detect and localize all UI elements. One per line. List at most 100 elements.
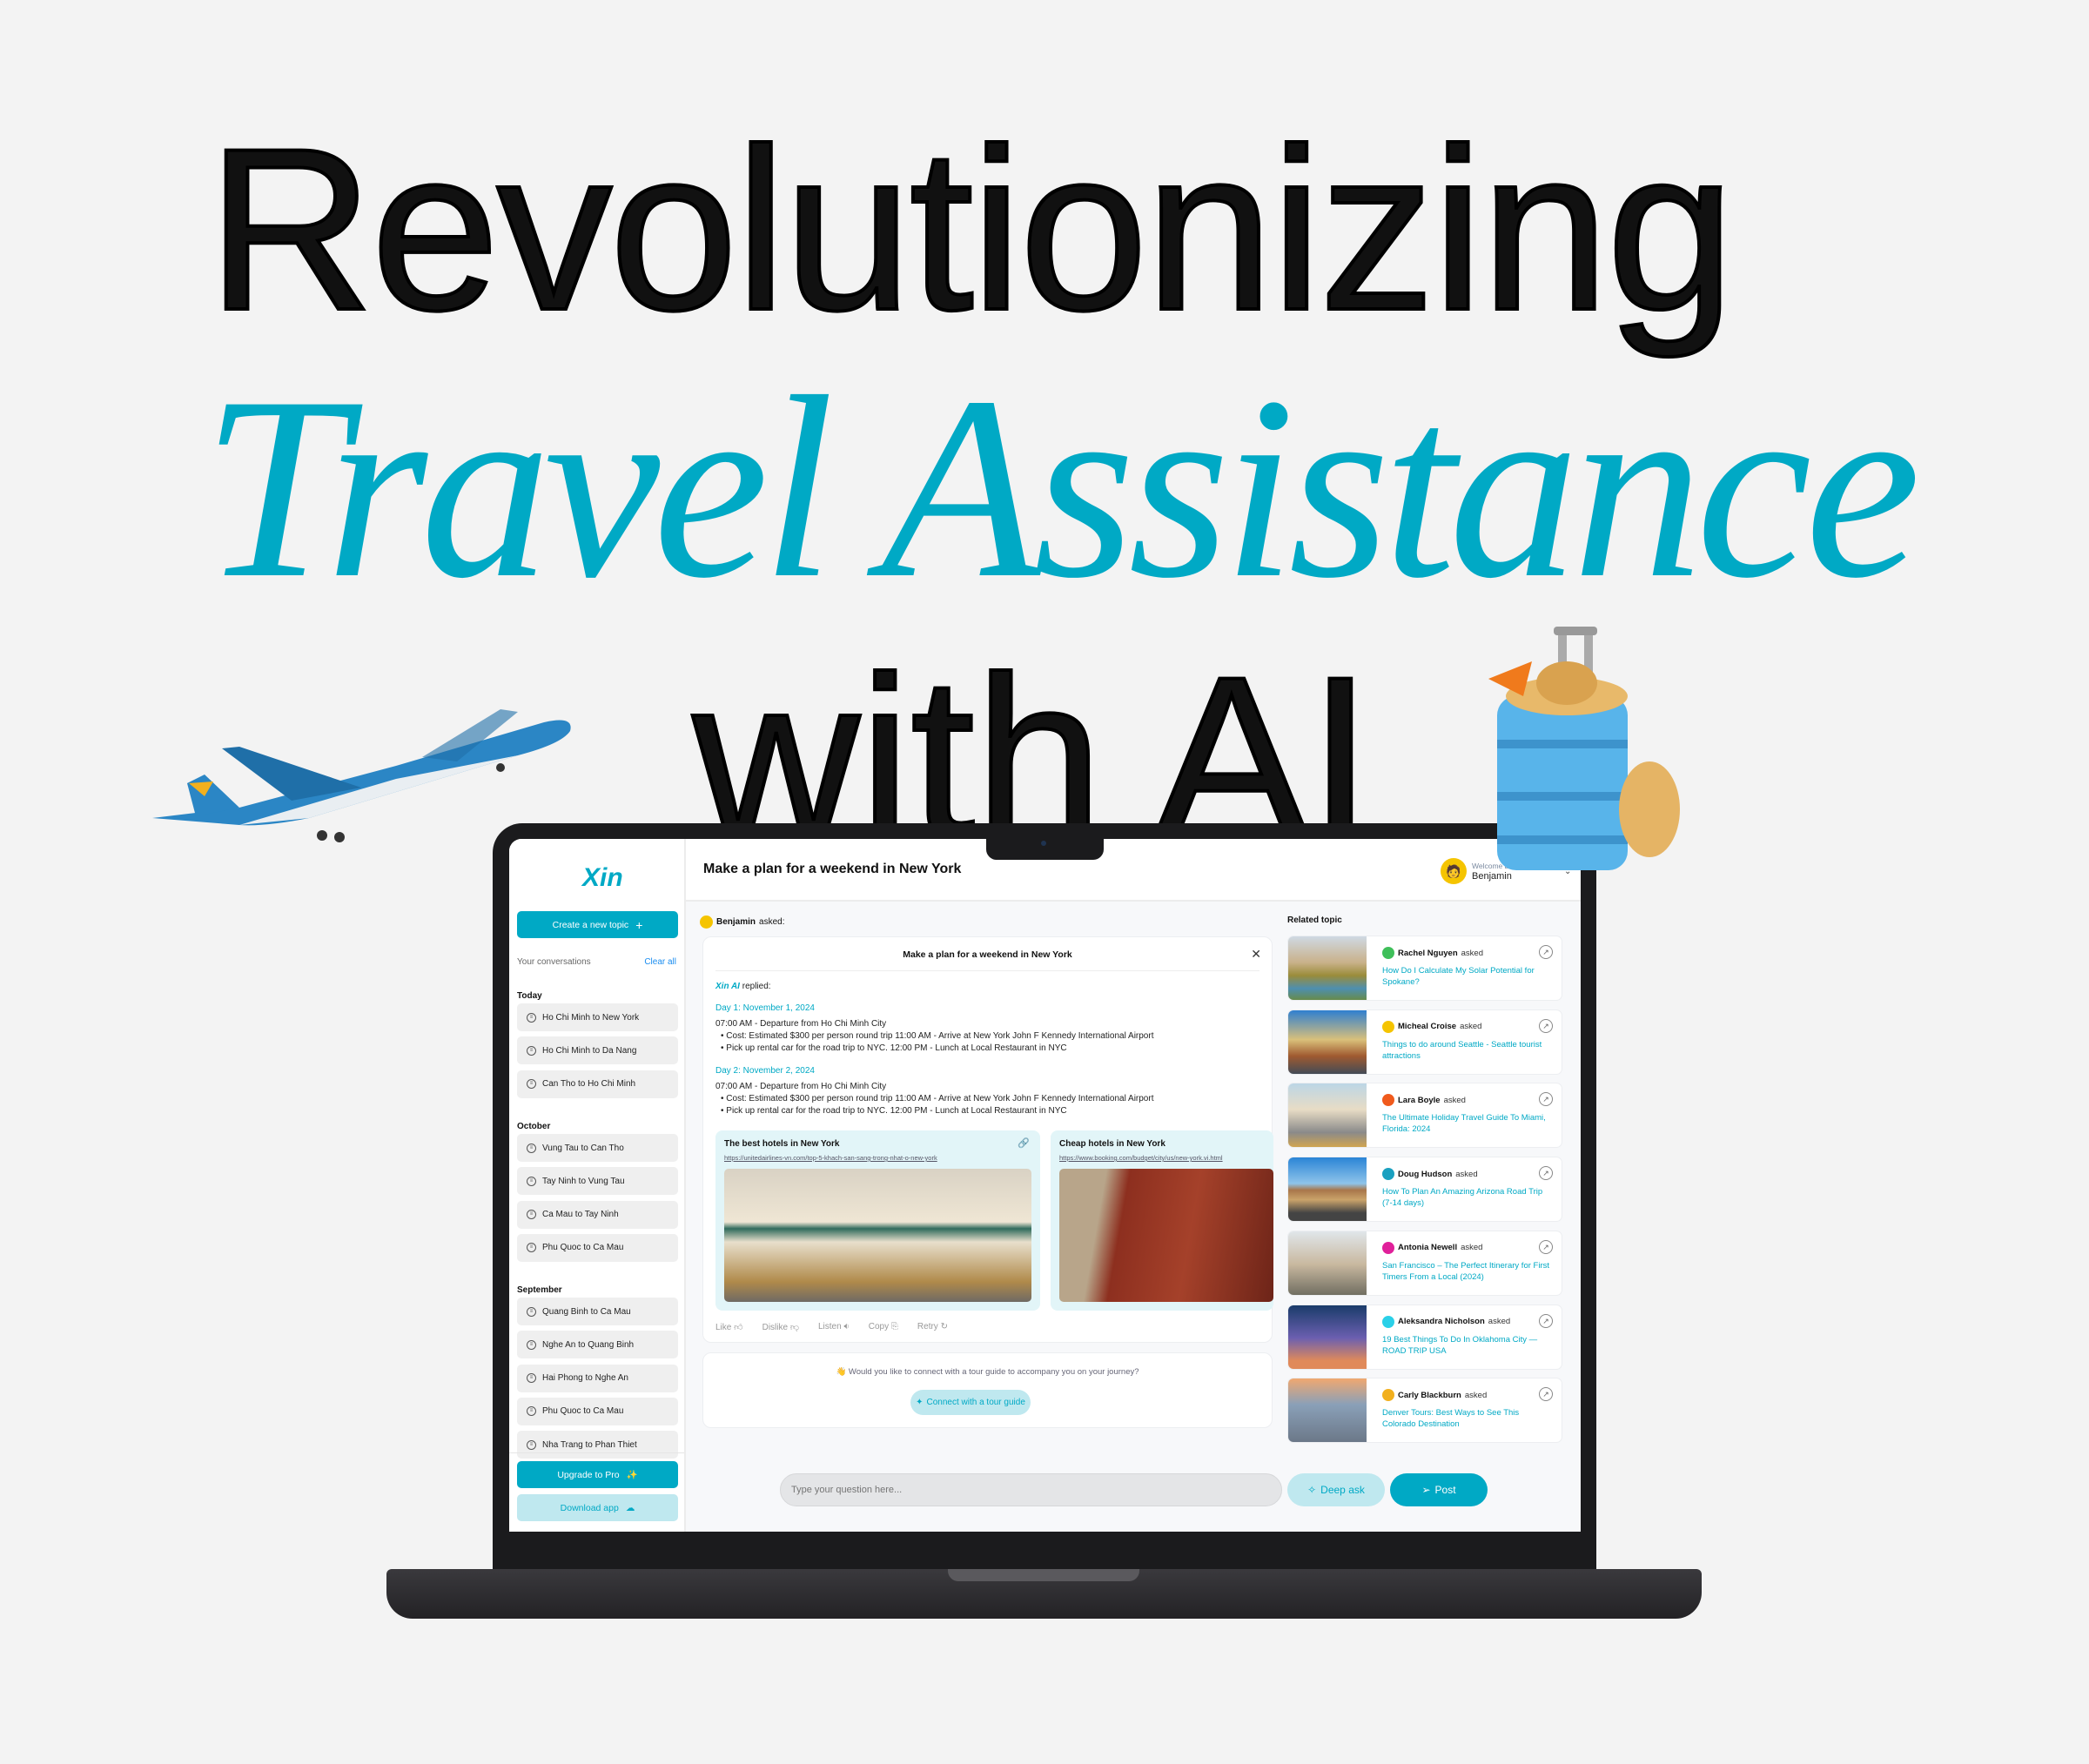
app-logo[interactable]: Xin xyxy=(582,863,623,893)
conversation-item[interactable]: ≡ Can Tho to Ho Chi Minh xyxy=(517,1070,678,1098)
cloud-download-icon: ☁ xyxy=(625,1502,635,1513)
conversation-item[interactable]: ≡ Ho Chi Minh to Da Nang xyxy=(517,1036,678,1065)
answer-card-title: Make a plan for a weekend in New York xyxy=(903,949,1072,960)
avatar xyxy=(1382,1020,1394,1033)
chat-bubble-icon: ≡ xyxy=(527,1373,536,1384)
like-button[interactable]: Like 👍︎ xyxy=(715,1322,743,1332)
app-window: Xin Create a new topic + Your conversatio… xyxy=(509,839,1581,1532)
speaker-icon: 🔉︎ xyxy=(843,1322,850,1331)
page-title: Make a plan for a weekend in New York xyxy=(703,862,962,876)
conversation-item[interactable]: ≡ Phu Quoc to Ca Mau xyxy=(517,1397,678,1425)
topic-image xyxy=(1288,1378,1367,1443)
upgrade-pro-button[interactable]: Upgrade to Pro ✨ xyxy=(517,1461,678,1488)
topic-question[interactable]: The Ultimate Holiday Travel Guide To Mia… xyxy=(1382,1112,1552,1135)
avatar xyxy=(700,916,713,929)
tour-guide-prompt: 👋 Would you like to connect with a tour … xyxy=(702,1352,1273,1428)
itinerary-bullet: • Pick up rental car for the road trip t… xyxy=(721,1106,1067,1116)
itinerary-line: 07:00 AM - Departure from Ho Chi Minh Ci… xyxy=(715,1082,887,1091)
related-topic-card[interactable]: Carly Blackburn asked ↗ Denver Tours: Bes… xyxy=(1287,1378,1562,1444)
avatar xyxy=(1382,1241,1394,1254)
day-label: Day 2: November 2, 2024 xyxy=(715,1066,815,1076)
chat-bubble-icon: ≡ xyxy=(527,1079,536,1090)
listen-button[interactable]: Listen 🔉︎ xyxy=(818,1322,850,1332)
plus-icon: + xyxy=(635,917,643,932)
topic-question[interactable]: How To Plan An Amazing Arizona Road Trip… xyxy=(1382,1186,1552,1209)
chat-bubble-icon: ≡ xyxy=(527,1210,536,1220)
chat-bubble-icon: ≡ xyxy=(527,1306,536,1317)
avatar xyxy=(1382,1389,1394,1402)
dislike-button[interactable]: Dislike 👎︎ xyxy=(762,1322,799,1332)
hotel-title: Cheap hotels in New York xyxy=(1059,1139,1165,1149)
topic-image xyxy=(1288,1305,1367,1369)
related-topic-card[interactable]: Doug Hudson asked ↗ How To Plan An Amazin… xyxy=(1287,1157,1562,1223)
topic-image xyxy=(1288,936,1367,1000)
arrow-up-right-icon[interactable]: ↗ xyxy=(1539,1387,1553,1402)
conversation-item[interactable]: ≡ Phu Quoc to Ca Mau xyxy=(517,1233,678,1262)
link-icon[interactable]: 🔗 xyxy=(1018,1137,1030,1149)
topic-question[interactable]: Denver Tours: Best Ways to See This Colo… xyxy=(1382,1407,1552,1430)
deep-ask-button[interactable]: ✧ Deep ask xyxy=(1287,1473,1385,1506)
topic-question[interactable]: 19 Best Things To Do In Oklahoma City — … xyxy=(1382,1334,1552,1357)
topic-image xyxy=(1288,1231,1367,1295)
conversation-item[interactable]: ≡ Tay Ninh to Vung Tau xyxy=(517,1167,678,1196)
message-actions: Like 👍︎ Dislike 👎︎ Listen 🔉︎ Copy ⎘ Retr… xyxy=(715,1322,948,1332)
chat-bubble-icon: ≡ xyxy=(527,1339,536,1350)
conversation-item[interactable]: ≡ Hai Phong to Nghe An xyxy=(517,1364,678,1392)
topic-author: Lara Boyle asked xyxy=(1382,1094,1466,1107)
conversation-item[interactable]: ≡ Nha Trang to Phan Thiet xyxy=(517,1431,678,1459)
arrow-up-right-icon[interactable]: ↗ xyxy=(1539,1092,1553,1107)
chat-bubble-icon: ≡ xyxy=(527,1143,536,1153)
create-topic-button[interactable]: Create a new topic + xyxy=(517,911,678,938)
arrow-up-right-icon[interactable]: ↗ xyxy=(1539,945,1553,959)
chat-bubble-icon: ≡ xyxy=(527,1243,536,1253)
topic-question[interactable]: San Francisco – The Perfect Itinerary fo… xyxy=(1382,1260,1552,1283)
upgrade-label: Upgrade to Pro xyxy=(557,1469,620,1480)
chat-bubble-icon: ≡ xyxy=(527,1406,536,1417)
topic-author: Antonia Newell asked xyxy=(1382,1241,1482,1254)
thumbs-up-icon: 👍︎ xyxy=(734,1323,743,1332)
copy-button[interactable]: Copy ⎘ xyxy=(869,1322,898,1332)
clear-all-link[interactable]: Clear all xyxy=(644,957,676,967)
conversations-heading: Your conversations xyxy=(517,957,591,967)
download-label: Download app xyxy=(560,1502,619,1513)
hotel-card[interactable]: The best hotels in New York https://unit… xyxy=(715,1130,1040,1311)
related-topic-card[interactable]: Rachel Nguyen asked ↗ How Do I Calculate … xyxy=(1287,936,1562,1001)
itinerary-line: 07:00 AM - Departure from Ho Chi Minh Ci… xyxy=(715,1019,887,1029)
conversation-item[interactable]: ≡ Quang Binh to Ca Mau xyxy=(517,1298,678,1325)
connect-tour-guide-button[interactable]: ✦ Connect with a tour guide xyxy=(910,1390,1031,1415)
related-topic-card[interactable]: Antonia Newell asked ↗ San Francisco – Th… xyxy=(1287,1230,1562,1296)
conversation-group-label: September xyxy=(517,1285,562,1295)
arrow-up-right-icon[interactable]: ↗ xyxy=(1539,1239,1553,1254)
headline-line-2: Travel Assistance xyxy=(202,343,1921,632)
arrow-up-right-icon[interactable]: ↗ xyxy=(1539,1313,1553,1328)
hotel-link[interactable]: https://www.booking.com/budget/city/us/n… xyxy=(1059,1154,1223,1162)
download-app-button[interactable]: Download app ☁ xyxy=(517,1494,678,1521)
avatar xyxy=(1382,1315,1394,1328)
related-topic-card[interactable]: Lara Boyle asked ↗ The Ultimate Holiday T… xyxy=(1287,1083,1562,1149)
hotel-image xyxy=(724,1169,1031,1302)
conversation-item[interactable]: ≡ Vung Tau to Can Tho xyxy=(517,1134,678,1162)
topic-question[interactable]: Things to do around Seattle - Seattle to… xyxy=(1382,1039,1552,1062)
hotel-link[interactable]: https://unitedairlines-vn.com/top-5-khac… xyxy=(724,1154,937,1162)
retry-button[interactable]: Retry ↻ xyxy=(917,1322,948,1332)
close-icon[interactable]: ✕ xyxy=(1251,947,1261,962)
related-topic-card[interactable]: Aleksandra Nicholson asked ↗ 19 Best Thin… xyxy=(1287,1304,1562,1370)
conversation-item[interactable]: ≡ Ho Chi Minh to New York xyxy=(517,1003,678,1031)
thumbs-down-icon: 👎︎ xyxy=(789,1323,799,1332)
conversation-item[interactable]: ≡ Nghe An to Quang Binh xyxy=(517,1331,678,1359)
headline-line-1: Revolutionizing xyxy=(205,101,1736,359)
conversation-item[interactable]: ≡ Ca Mau to Tay Ninh xyxy=(517,1200,678,1229)
post-button[interactable]: ➢ Post xyxy=(1390,1473,1488,1506)
question-input[interactable] xyxy=(780,1473,1282,1506)
conversation-group-label: October xyxy=(517,1122,551,1131)
arrow-up-right-icon[interactable]: ↗ xyxy=(1539,1166,1553,1181)
related-topic-card[interactable]: Micheal Croise asked ↗ Things to do aroun… xyxy=(1287,1009,1562,1075)
topic-question[interactable]: How Do I Calculate My Solar Potential fo… xyxy=(1382,965,1552,988)
topic-author: Aleksandra Nicholson asked xyxy=(1382,1315,1510,1328)
sidebar-divider xyxy=(509,1452,684,1453)
sidebar: Xin Create a new topic + Your conversatio… xyxy=(509,839,686,1532)
hotel-card[interactable]: Cheap hotels in New York https://www.boo… xyxy=(1051,1130,1273,1311)
arrow-up-right-icon[interactable]: ↗ xyxy=(1539,1018,1553,1033)
day-label: Day 1: November 1, 2024 xyxy=(715,1003,815,1013)
topic-image xyxy=(1288,1083,1367,1148)
